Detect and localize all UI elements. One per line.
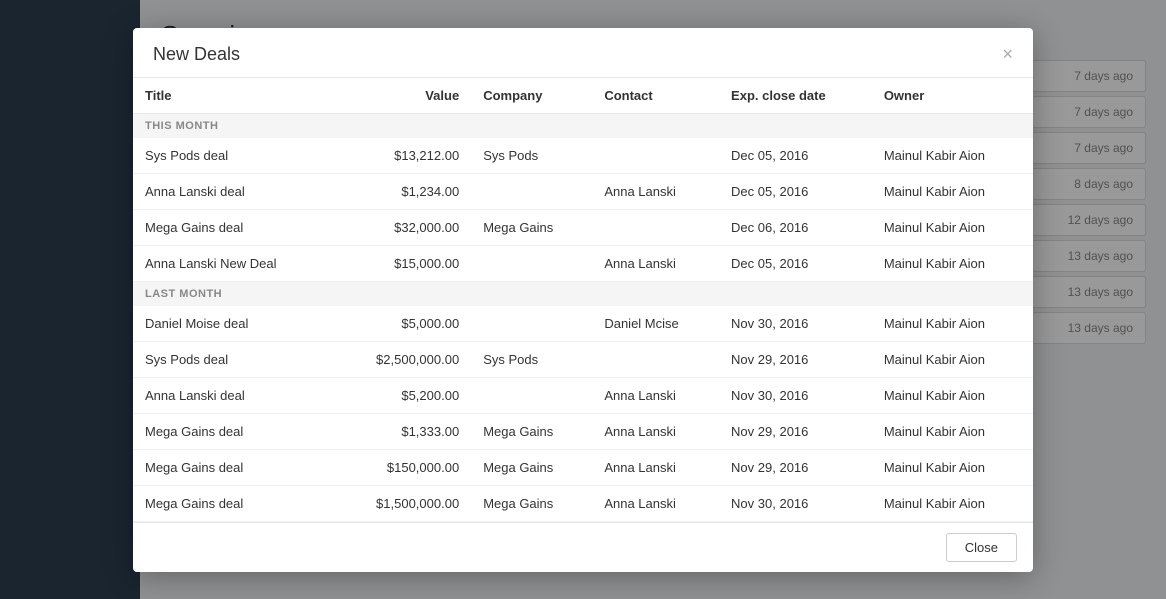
row-owner: Mainul Kabir Aion: [872, 173, 1033, 209]
row-owner: Mainul Kabir Aion: [872, 413, 1033, 449]
table-row: Sys Pods deal$2,500,000.00Sys Pods Nov 29…: [133, 341, 1033, 377]
row-value: $2,500,000.00: [333, 341, 471, 377]
row-value: $1,234.00: [333, 173, 471, 209]
table-row: Mega Gains deal$150,000.00Mega GainsAnna…: [133, 449, 1033, 485]
row-title[interactable]: Mega Gains deal: [133, 449, 333, 485]
row-title[interactable]: Mega Gains deal: [133, 413, 333, 449]
col-value: Value: [333, 78, 471, 114]
table-row: Anna Lanski deal$5,200.00 Anna LanskiNov …: [133, 377, 1033, 413]
row-exp-close: Dec 06, 2016: [719, 209, 872, 245]
row-owner: Mainul Kabir Aion: [872, 341, 1033, 377]
col-title: Title: [133, 78, 333, 114]
row-contact: [592, 341, 719, 377]
row-owner: Mainul Kabir Aion: [872, 245, 1033, 281]
row-title[interactable]: Mega Gains deal: [133, 209, 333, 245]
row-owner: Mainul Kabir Aion: [872, 449, 1033, 485]
row-contact: [592, 138, 719, 174]
modal-body: Title Value Company Contact Exp. close d…: [133, 78, 1033, 522]
row-company: [471, 306, 592, 342]
row-title[interactable]: Sys Pods deal: [133, 138, 333, 174]
row-value: $1,500,000.00: [333, 485, 471, 521]
row-title[interactable]: Anna Lanski New Deal: [133, 245, 333, 281]
row-contact: Anna Lanski: [592, 173, 719, 209]
row-owner: Mainul Kabir Aion: [872, 209, 1033, 245]
section-label-1: LAST MONTH: [133, 281, 1033, 306]
row-contact: [592, 209, 719, 245]
row-contact: Anna Lanski: [592, 449, 719, 485]
row-company: Mega Gains: [471, 485, 592, 521]
row-exp-close: Dec 05, 2016: [719, 138, 872, 174]
row-value: $15,000.00: [333, 245, 471, 281]
deals-table: Title Value Company Contact Exp. close d…: [133, 78, 1033, 522]
col-exp-close: Exp. close date: [719, 78, 872, 114]
row-value: $1,333.00: [333, 413, 471, 449]
row-company: Sys Pods: [471, 341, 592, 377]
row-company: Mega Gains: [471, 209, 592, 245]
table-row: Sys Pods deal$13,212.00Sys Pods Dec 05, 2…: [133, 138, 1033, 174]
table-row: Mega Gains deal$1,333.00Mega GainsAnna L…: [133, 413, 1033, 449]
row-company: Sys Pods: [471, 138, 592, 174]
col-company: Company: [471, 78, 592, 114]
modal-footer: Close: [133, 522, 1033, 572]
row-title[interactable]: Anna Lanski deal: [133, 173, 333, 209]
row-contact: Anna Lanski: [592, 245, 719, 281]
row-company: [471, 245, 592, 281]
section-header-1: LAST MONTH: [133, 281, 1033, 306]
row-exp-close: Nov 30, 2016: [719, 377, 872, 413]
modal-close-x-button[interactable]: ×: [1002, 45, 1013, 63]
row-contact: Anna Lanski: [592, 377, 719, 413]
row-company: Mega Gains: [471, 449, 592, 485]
row-title[interactable]: Anna Lanski deal: [133, 377, 333, 413]
row-company: [471, 173, 592, 209]
row-exp-close: Nov 30, 2016: [719, 485, 872, 521]
modal-overlay: New Deals × Title Value Company Contact …: [0, 0, 1166, 599]
row-company: Mega Gains: [471, 413, 592, 449]
table-row: Anna Lanski New Deal$15,000.00 Anna Lansk…: [133, 245, 1033, 281]
row-title[interactable]: Daniel Moise deal: [133, 306, 333, 342]
row-owner: Mainul Kabir Aion: [872, 138, 1033, 174]
row-exp-close: Nov 30, 2016: [719, 306, 872, 342]
row-value: $5,200.00: [333, 377, 471, 413]
row-owner: Mainul Kabir Aion: [872, 485, 1033, 521]
row-exp-close: Dec 05, 2016: [719, 245, 872, 281]
row-company: [471, 377, 592, 413]
row-contact: Anna Lanski: [592, 413, 719, 449]
row-exp-close: Nov 29, 2016: [719, 449, 872, 485]
section-label-0: THIS MONTH: [133, 113, 1033, 138]
row-contact: Daniel Mcise: [592, 306, 719, 342]
row-contact: Anna Lanski: [592, 485, 719, 521]
col-owner: Owner: [872, 78, 1033, 114]
new-deals-modal: New Deals × Title Value Company Contact …: [133, 28, 1033, 572]
modal-header: New Deals ×: [133, 28, 1033, 78]
table-header-row: Title Value Company Contact Exp. close d…: [133, 78, 1033, 114]
row-exp-close: Dec 05, 2016: [719, 173, 872, 209]
row-value: $5,000.00: [333, 306, 471, 342]
table-body: THIS MONTHSys Pods deal$13,212.00Sys Pod…: [133, 113, 1033, 521]
row-title[interactable]: Sys Pods deal: [133, 341, 333, 377]
row-exp-close: Nov 29, 2016: [719, 341, 872, 377]
row-owner: Mainul Kabir Aion: [872, 377, 1033, 413]
table-row: Mega Gains deal$1,500,000.00Mega GainsAn…: [133, 485, 1033, 521]
row-exp-close: Nov 29, 2016: [719, 413, 872, 449]
table-row: Mega Gains deal$32,000.00Mega Gains Dec 0…: [133, 209, 1033, 245]
row-owner: Mainul Kabir Aion: [872, 306, 1033, 342]
col-contact: Contact: [592, 78, 719, 114]
modal-title: New Deals: [153, 44, 240, 65]
row-title[interactable]: Mega Gains deal: [133, 485, 333, 521]
table-row: Daniel Moise deal$5,000.00 Daniel MciseNo…: [133, 306, 1033, 342]
row-value: $32,000.00: [333, 209, 471, 245]
close-button[interactable]: Close: [946, 533, 1017, 562]
row-value: $13,212.00: [333, 138, 471, 174]
table-row: Anna Lanski deal$1,234.00 Anna LanskiDec …: [133, 173, 1033, 209]
row-value: $150,000.00: [333, 449, 471, 485]
section-header-0: THIS MONTH: [133, 113, 1033, 138]
